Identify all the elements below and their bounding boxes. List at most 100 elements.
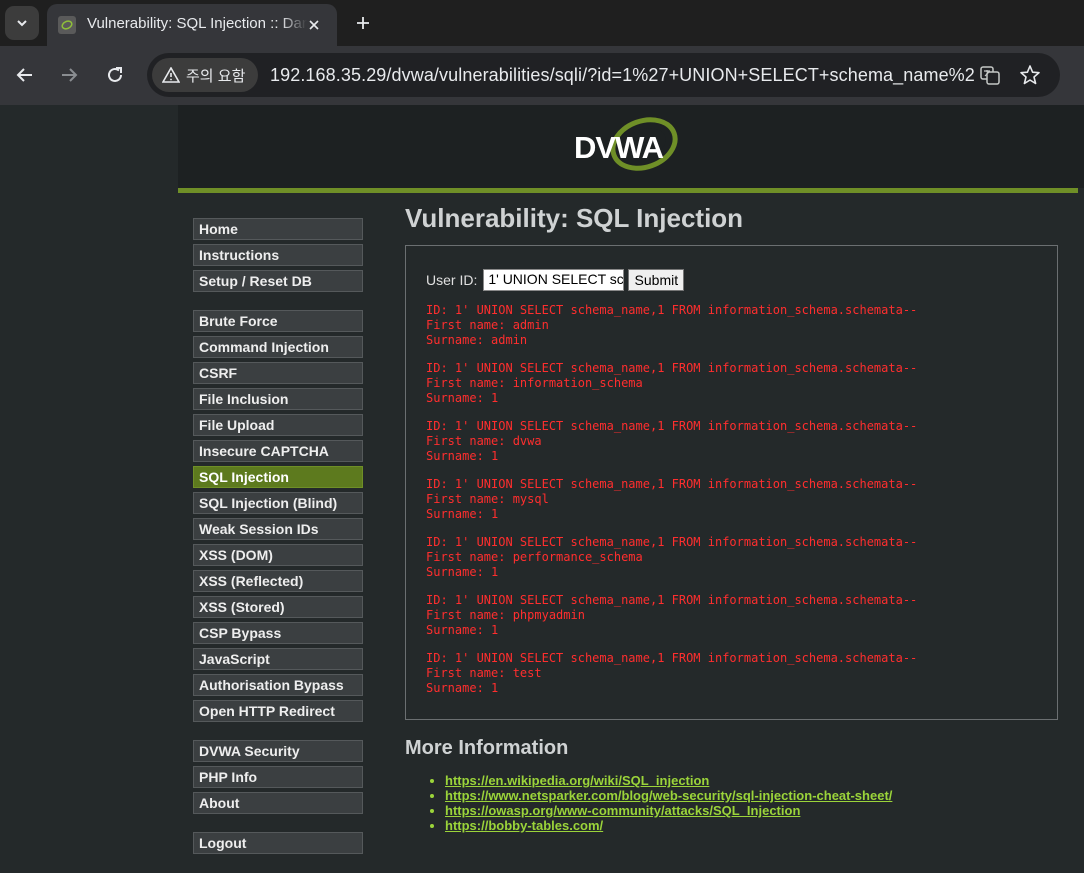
external-link[interactable]: https://owasp.org/www-community/attacks/… bbox=[445, 803, 800, 818]
result-id-line: ID: 1' UNION SELECT schema_name,1 FROM i… bbox=[426, 593, 918, 607]
menu-item-file-upload[interactable]: File Upload bbox=[193, 414, 363, 436]
menu-group: Logout bbox=[193, 832, 363, 854]
tab-search-button[interactable] bbox=[5, 6, 39, 40]
page-header: DVWA bbox=[178, 105, 1084, 188]
menu-item-weak-session-ids[interactable]: Weak Session IDs bbox=[193, 518, 363, 540]
page-viewport: DVWA Home Instructions Setup / Reset DB Bru… bbox=[0, 105, 1084, 873]
more-info-links: https://en.wikipedia.org/wiki/SQL_inject… bbox=[445, 773, 892, 833]
menu-item-csrf[interactable]: CSRF bbox=[193, 362, 363, 384]
new-tab-button[interactable] bbox=[348, 8, 378, 38]
menu-item-logout[interactable]: Logout bbox=[193, 832, 363, 854]
result-id-line: ID: 1' UNION SELECT schema_name,1 FROM i… bbox=[426, 361, 918, 375]
result-entry: ID: 1' UNION SELECT schema_name,1 FROM i… bbox=[426, 303, 917, 348]
logo-text: DVWA bbox=[574, 130, 664, 165]
user-id-input[interactable]: 1' UNION SELECT schema_name,1 FROM infor… bbox=[483, 269, 625, 291]
link-item: https://owasp.org/www-community/attacks/… bbox=[445, 803, 892, 818]
submit-button[interactable]: Submit bbox=[628, 269, 685, 291]
close-icon[interactable] bbox=[304, 15, 324, 35]
menu-item-xss-dom[interactable]: XSS (DOM) bbox=[193, 544, 363, 566]
user-id-label: User ID: bbox=[426, 272, 478, 288]
result-entry: ID: 1' UNION SELECT schema_name,1 FROM i… bbox=[426, 593, 917, 638]
reload-icon bbox=[108, 67, 122, 82]
chevron-down-icon bbox=[17, 20, 27, 27]
star-icon[interactable] bbox=[1019, 64, 1041, 86]
security-label: 주의 요함 bbox=[186, 67, 246, 85]
result-entry: ID: 1' UNION SELECT schema_name,1 FROM i… bbox=[426, 419, 917, 464]
link-item: https://www.netsparker.com/blog/web-secu… bbox=[445, 788, 892, 803]
menu-item-javascript[interactable]: JavaScript bbox=[193, 648, 363, 670]
tab-strip: Vulnerability: SQL Injection :: Damn Vul… bbox=[0, 0, 1084, 46]
result-id-line: ID: 1' UNION SELECT schema_name,1 FROM i… bbox=[426, 303, 918, 317]
url-text: 192.168.35.29/dvwa/vulnerabilities/sqli/… bbox=[270, 65, 975, 85]
menu-item-authorisation-bypass[interactable]: Authorisation Bypass bbox=[193, 674, 363, 696]
menu-item-setup-reset-db[interactable]: Setup / Reset DB bbox=[193, 270, 363, 292]
menu-item-sql-injection-blind[interactable]: SQL Injection (Blind) bbox=[193, 492, 363, 514]
result-first-line: First name: phpmyadmin bbox=[426, 608, 585, 622]
address-bar[interactable]: 주의 요함 192.168.35.29/dvwa/vulnerabilities… bbox=[147, 53, 1060, 97]
main-content: Vulnerability: SQL Injection User ID: 1'… bbox=[405, 203, 1058, 833]
link-item: https://bobby-tables.com/ bbox=[445, 818, 892, 833]
result-entry: ID: 1' UNION SELECT schema_name,1 FROM i… bbox=[426, 535, 917, 580]
external-link[interactable]: https://en.wikipedia.org/wiki/SQL_inject… bbox=[445, 773, 709, 788]
browser-chrome: Vulnerability: SQL Injection :: Damn Vul… bbox=[0, 0, 1084, 105]
result-surname-line: Surname: 1 bbox=[426, 565, 499, 579]
menu-group: Brute Force Command Injection CSRF File Inc… bbox=[193, 310, 363, 722]
back-button[interactable] bbox=[9, 59, 41, 91]
translate-icon[interactable] bbox=[979, 64, 1001, 86]
menu-item-sql-injection[interactable]: SQL Injection bbox=[193, 466, 363, 488]
more-info-heading: More Information bbox=[405, 737, 569, 759]
browser-toolbar: 주의 요함 192.168.35.29/dvwa/vulnerabilities… bbox=[0, 46, 1084, 105]
menu-item-home[interactable]: Home bbox=[193, 218, 363, 240]
dvwa-container: DVWA Home Instructions Setup / Reset DB Bru… bbox=[178, 105, 1084, 873]
plus-icon bbox=[357, 17, 369, 29]
result-first-line: First name: performance_schema bbox=[426, 550, 643, 564]
menu-item-xss-stored[interactable]: XSS (Stored) bbox=[193, 596, 363, 618]
menu-item-insecure-captcha[interactable]: Insecure CAPTCHA bbox=[193, 440, 363, 462]
result-first-line: First name: test bbox=[426, 666, 542, 680]
dvwa-logo: DVWA bbox=[574, 117, 678, 171]
result-first-line: First name: mysql bbox=[426, 492, 549, 506]
result-id-line: ID: 1' UNION SELECT schema_name,1 FROM i… bbox=[426, 419, 918, 433]
menu-item-php-info[interactable]: PHP Info bbox=[193, 766, 363, 788]
external-link[interactable]: https://www.netsparker.com/blog/web-secu… bbox=[445, 788, 892, 803]
tab-title: Vulnerability: SQL Injection :: Damn Vul… bbox=[87, 15, 307, 32]
forward-button[interactable] bbox=[53, 59, 85, 91]
user-id-form: User ID: 1' UNION SELECT schema_name,1 F… bbox=[426, 269, 685, 291]
result-id-line: ID: 1' UNION SELECT schema_name,1 FROM i… bbox=[426, 477, 918, 491]
browser-tab[interactable]: Vulnerability: SQL Injection :: Damn Vul… bbox=[47, 4, 337, 46]
menu-item-open-http-redirect[interactable]: Open HTTP Redirect bbox=[193, 700, 363, 722]
result-id-line: ID: 1' UNION SELECT schema_name,1 FROM i… bbox=[426, 535, 918, 549]
menu-item-csp-bypass[interactable]: CSP Bypass bbox=[193, 622, 363, 644]
menu-item-dvwa-security[interactable]: DVWA Security bbox=[193, 740, 363, 762]
menu-item-brute-force[interactable]: Brute Force bbox=[193, 310, 363, 332]
side-menu: Home Instructions Setup / Reset DB Brute Fo… bbox=[193, 218, 363, 872]
result-entry: ID: 1' UNION SELECT schema_name,1 FROM i… bbox=[426, 651, 917, 696]
result-id-line: ID: 1' UNION SELECT schema_name,1 FROM i… bbox=[426, 651, 918, 665]
result-first-line: First name: dvwa bbox=[426, 434, 542, 448]
result-entry: ID: 1' UNION SELECT schema_name,1 FROM i… bbox=[426, 361, 917, 406]
security-indicator[interactable]: 주의 요함 bbox=[152, 58, 258, 92]
header-divider bbox=[178, 188, 1078, 193]
menu-group: Home Instructions Setup / Reset DB bbox=[193, 218, 363, 292]
dvwa-favicon-icon bbox=[58, 16, 76, 34]
menu-item-instructions[interactable]: Instructions bbox=[193, 244, 363, 266]
external-link[interactable]: https://bobby-tables.com/ bbox=[445, 818, 603, 833]
menu-item-file-inclusion[interactable]: File Inclusion bbox=[193, 388, 363, 410]
result-surname-line: Surname: 1 bbox=[426, 449, 499, 463]
vulnerable-code-area: User ID: 1' UNION SELECT schema_name,1 F… bbox=[405, 245, 1058, 720]
result-surname-line: Surname: 1 bbox=[426, 391, 499, 405]
page-title: Vulnerability: SQL Injection bbox=[405, 203, 744, 233]
menu-item-about[interactable]: About bbox=[193, 792, 363, 814]
arrow-right-icon bbox=[62, 68, 78, 82]
menu-item-command-injection[interactable]: Command Injection bbox=[193, 336, 363, 358]
result-surname-line: Surname: 1 bbox=[426, 681, 499, 695]
result-first-line: First name: admin bbox=[426, 318, 549, 332]
result-surname-line: Surname: 1 bbox=[426, 623, 499, 637]
query-results: ID: 1' UNION SELECT schema_name,1 FROM i… bbox=[426, 303, 917, 709]
warning-icon bbox=[162, 67, 180, 83]
menu-group: DVWA Security PHP Info About bbox=[193, 740, 363, 814]
link-item: https://en.wikipedia.org/wiki/SQL_inject… bbox=[445, 773, 892, 788]
menu-item-xss-reflected[interactable]: XSS (Reflected) bbox=[193, 570, 363, 592]
reload-button[interactable] bbox=[99, 59, 131, 91]
result-surname-line: Surname: 1 bbox=[426, 507, 499, 521]
